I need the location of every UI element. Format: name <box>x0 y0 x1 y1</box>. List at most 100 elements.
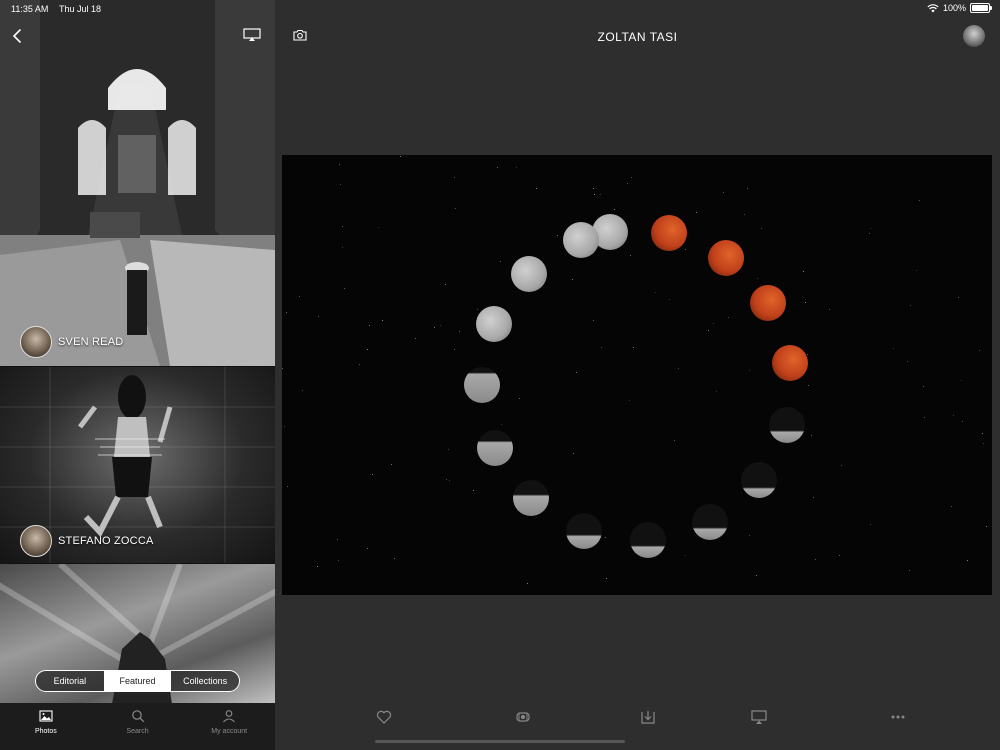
star <box>807 354 808 355</box>
more-icon[interactable] <box>890 709 906 725</box>
star <box>536 188 537 189</box>
star <box>723 192 724 193</box>
star <box>342 226 343 227</box>
star <box>359 364 360 365</box>
star <box>605 537 606 538</box>
star <box>434 327 435 328</box>
star <box>805 302 806 303</box>
download-icon[interactable] <box>640 709 656 725</box>
star <box>924 417 925 418</box>
photo-tile[interactable]: SVEN READ <box>0 0 275 366</box>
chevron-left-icon[interactable] <box>10 28 26 44</box>
moon <box>691 503 728 540</box>
star <box>367 349 368 350</box>
star <box>696 212 697 213</box>
tab-search[interactable]: Search <box>92 703 184 750</box>
star <box>317 566 318 567</box>
star <box>953 415 954 416</box>
star <box>446 479 447 480</box>
photo-tile[interactable]: STEFANO ZOCCA <box>0 367 275 563</box>
moon <box>565 512 602 549</box>
star <box>907 361 908 362</box>
status-time: 11:35 AM <box>11 4 49 14</box>
star <box>870 524 871 525</box>
star <box>893 348 894 349</box>
star <box>372 474 373 475</box>
star <box>629 400 630 401</box>
photographer-credit[interactable]: STEFANO ZOCCA <box>20 525 154 557</box>
moon <box>511 255 548 292</box>
segment-featured[interactable]: Featured <box>103 671 172 691</box>
search-icon <box>131 710 144 723</box>
star <box>601 347 602 348</box>
moon <box>768 407 805 444</box>
star <box>415 338 416 339</box>
star <box>614 209 615 210</box>
moon <box>651 215 688 252</box>
battery-percent: 100% <box>942 3 966 13</box>
star <box>708 330 709 331</box>
star <box>655 292 656 293</box>
moon <box>477 430 514 467</box>
star <box>501 424 502 425</box>
status-bar: 11:35 AM Thu Jul 18 100% <box>0 0 1000 18</box>
avatar <box>20 326 52 358</box>
lunar-eclipse-photo[interactable] <box>282 155 992 595</box>
star <box>594 194 595 195</box>
star <box>445 284 446 285</box>
star <box>593 320 594 321</box>
wifi-icon <box>927 3 939 12</box>
star <box>516 167 517 168</box>
star <box>572 279 573 280</box>
star <box>302 390 303 391</box>
star <box>391 464 392 465</box>
status-right: 100% <box>927 3 992 13</box>
battery-icon <box>970 3 992 13</box>
segmented-control: Editorial Featured Collections <box>35 670 240 692</box>
star <box>685 249 686 250</box>
star <box>527 583 528 584</box>
star <box>519 398 520 399</box>
star <box>627 183 628 184</box>
gallery-icon[interactable] <box>515 709 531 725</box>
star <box>454 349 455 350</box>
moon <box>464 367 500 403</box>
star <box>449 480 450 481</box>
star <box>744 214 745 215</box>
airplay-icon[interactable] <box>751 709 767 725</box>
star <box>983 443 984 444</box>
heart-icon[interactable] <box>376 709 392 725</box>
tab-my-account[interactable]: My account <box>183 703 275 750</box>
segment-editorial[interactable]: Editorial <box>36 671 104 691</box>
star <box>958 297 959 298</box>
star <box>282 368 283 369</box>
star <box>757 278 758 279</box>
star <box>369 325 370 326</box>
avatar[interactable] <box>963 25 985 47</box>
segment-collections[interactable]: Collections <box>171 671 239 691</box>
star <box>382 320 383 321</box>
star <box>473 490 474 491</box>
moon <box>707 240 744 277</box>
star <box>815 559 816 560</box>
star <box>713 323 714 324</box>
tab-search-label: Search <box>126 728 149 735</box>
star <box>287 486 288 487</box>
star <box>910 305 911 306</box>
star <box>951 506 952 507</box>
star <box>299 296 300 297</box>
tab-photos[interactable]: Photos <box>0 703 92 750</box>
star <box>678 368 679 369</box>
airplay-icon[interactable] <box>243 28 261 42</box>
sidebar: SVEN READ STEFANO ZOCCA Editorial Featur… <box>0 0 275 750</box>
star <box>342 247 343 248</box>
page-title: ZOLTAN TASI <box>597 30 678 44</box>
photographer-credit[interactable]: SVEN READ <box>20 326 123 358</box>
star <box>967 560 968 561</box>
star <box>870 228 871 229</box>
star <box>344 288 345 289</box>
star <box>674 440 675 441</box>
tab-bar: Photos Search My account <box>0 703 275 750</box>
star <box>841 465 842 466</box>
star <box>454 177 455 178</box>
